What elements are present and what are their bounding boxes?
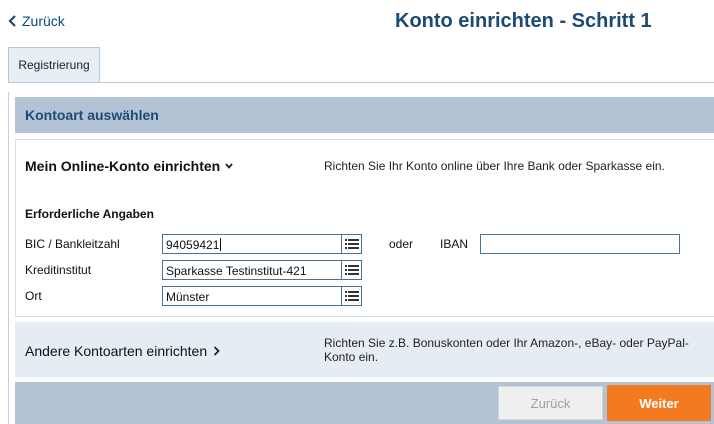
chevron-right-icon — [213, 346, 220, 356]
next-button[interactable]: Weiter — [607, 385, 711, 421]
top-bar: Zurück Konto einrichten - Schritt 1 — [0, 0, 714, 44]
page-title: Konto einrichten - Schritt 1 — [395, 10, 652, 32]
city-list-button[interactable] — [341, 287, 361, 305]
online-account-description: Richten Sie Ihr Konto online über Ihre B… — [324, 159, 665, 173]
online-account-toggle[interactable]: Mein Online-Konto einrichten — [25, 158, 234, 174]
bic-value: 94059421 — [166, 238, 220, 252]
list-icon — [344, 265, 359, 275]
iban-label: IBAN — [440, 237, 469, 251]
required-label: Erforderliche Angaben — [25, 207, 154, 221]
back-link[interactable]: Zurück — [8, 13, 65, 29]
list-icon — [344, 239, 359, 249]
back-link-label: Zurück — [22, 13, 65, 29]
chevron-left-icon — [8, 15, 16, 27]
bank-input[interactable]: Sparkasse Testinstitut-421 — [163, 261, 341, 279]
bank-list-button[interactable] — [341, 261, 361, 279]
back-button[interactable]: Zurück — [498, 386, 603, 420]
section-header: Kontoart auswählen — [15, 97, 714, 133]
list-icon — [344, 291, 359, 301]
online-account-title: Mein Online-Konto einrichten — [25, 158, 221, 174]
city-label: Ort — [25, 289, 42, 303]
or-label: oder — [389, 237, 414, 251]
bank-label: Kreditinstitut — [25, 263, 92, 277]
other-accounts-toggle[interactable]: Andere Kontoarten einrichten — [25, 343, 220, 359]
text-cursor — [220, 238, 222, 251]
tab-divider — [8, 82, 714, 83]
bic-list-button[interactable] — [341, 235, 361, 253]
other-accounts-title: Andere Kontoarten einrichten — [25, 343, 208, 359]
bank-field[interactable]: Sparkasse Testinstitut-421 — [162, 260, 362, 280]
bic-label: BIC / Bankleitzahl — [25, 237, 120, 251]
other-accounts-description: Richten Sie z.B. Bonuskonten oder Ihr Am… — [324, 336, 689, 364]
chevron-down-icon — [225, 163, 233, 169]
city-field[interactable]: Münster — [162, 286, 362, 306]
tab-registrierung[interactable]: Registrierung — [8, 47, 100, 82]
city-input[interactable]: Münster — [163, 287, 341, 305]
bic-field[interactable]: 94059421 — [162, 234, 362, 254]
iban-input[interactable] — [480, 234, 680, 254]
bic-input[interactable]: 94059421 — [163, 235, 341, 253]
